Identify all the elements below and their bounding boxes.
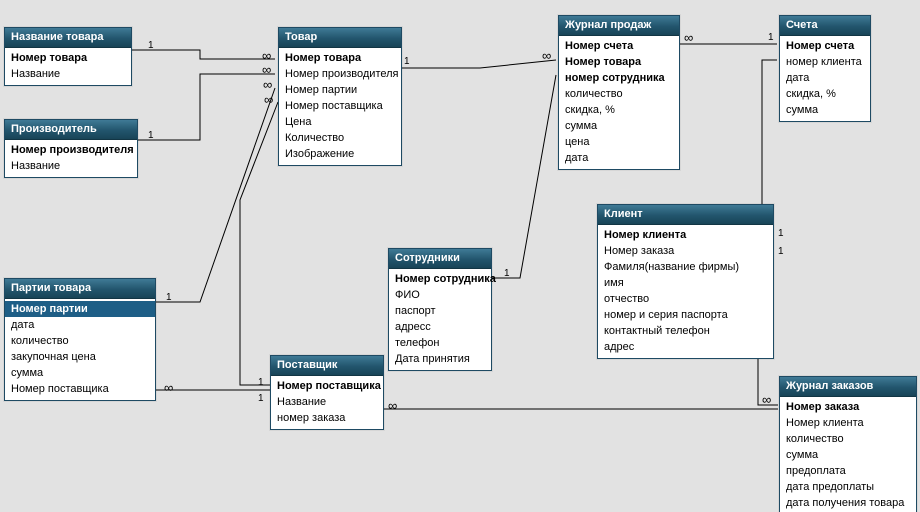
table-field[interactable]: Номер счета xyxy=(559,38,679,54)
table-tovar[interactable]: Товар Номер товара Номер производителя Н… xyxy=(278,27,402,166)
table-zhurnal-prodazh[interactable]: Журнал продаж Номер счета Номер товара н… xyxy=(558,15,680,170)
table-field[interactable]: номер сотрудника xyxy=(559,70,679,86)
table-field[interactable]: Количество xyxy=(279,130,401,146)
cardinality-label: 1 xyxy=(768,32,774,43)
table-field[interactable]: дата получения товара xyxy=(780,495,916,511)
table-field[interactable]: дата xyxy=(780,70,870,86)
table-field[interactable]: Номер партии xyxy=(5,301,155,317)
table-field[interactable]: количество xyxy=(559,86,679,102)
table-field[interactable]: сумма xyxy=(559,118,679,134)
table-field[interactable]: Название xyxy=(5,66,131,82)
cardinality-label: ∞ xyxy=(388,398,396,413)
cardinality-label: 1 xyxy=(404,56,410,67)
table-header: Партии товара xyxy=(5,279,155,299)
table-proizvoditel[interactable]: Производитель Номер производителя Назван… xyxy=(4,119,138,178)
table-scheta[interactable]: Счета Номер счета номер клиента дата ски… xyxy=(779,15,871,122)
table-field[interactable]: номер клиента xyxy=(780,54,870,70)
table-klient[interactable]: Клиент Номер клиента Номер заказа Фамиля… xyxy=(597,204,774,359)
table-field[interactable]: Номер счета xyxy=(780,38,870,54)
table-field[interactable]: скидка, % xyxy=(780,86,870,102)
cardinality-label: ∞ xyxy=(262,62,270,77)
table-header: Производитель xyxy=(5,120,137,140)
cardinality-label: 1 xyxy=(166,292,172,303)
table-field[interactable]: Номер товара xyxy=(559,54,679,70)
cardinality-label: 1 xyxy=(258,377,264,388)
table-header: Товар xyxy=(279,28,401,48)
table-field[interactable]: контактный телефон xyxy=(598,323,773,339)
table-header: Сотрудники xyxy=(389,249,491,269)
cardinality-label: 1 xyxy=(148,40,154,51)
cardinality-label: ∞ xyxy=(164,380,172,395)
table-field[interactable]: отчество xyxy=(598,291,773,307)
cardinality-label: ∞ xyxy=(262,48,270,63)
table-field[interactable]: дата xyxy=(559,150,679,166)
cardinality-label: 1 xyxy=(148,130,154,141)
table-header: Счета xyxy=(780,16,870,36)
table-field[interactable]: Номер партии xyxy=(279,82,401,98)
table-header: Журнал продаж xyxy=(559,16,679,36)
table-header: Клиент xyxy=(598,205,773,225)
table-field[interactable]: скидка, % xyxy=(559,102,679,118)
cardinality-label: 1 xyxy=(258,393,264,404)
table-field[interactable]: дата xyxy=(5,317,155,333)
table-field[interactable]: Номер поставщика xyxy=(5,381,155,397)
table-field[interactable]: номер и серия паспорта xyxy=(598,307,773,323)
table-field[interactable]: закупочная цена xyxy=(5,349,155,365)
cardinality-label: ∞ xyxy=(264,92,272,107)
table-field[interactable]: Название xyxy=(271,394,383,410)
cardinality-label: 1 xyxy=(778,246,784,257)
table-field[interactable]: цена xyxy=(559,134,679,150)
table-field[interactable]: Изображение xyxy=(279,146,401,162)
cardinality-label: ∞ xyxy=(263,77,271,92)
table-partii-tovara[interactable]: Партии товара Номер партии дата количест… xyxy=(4,278,156,401)
table-field[interactable]: Номер заказа xyxy=(780,399,916,415)
table-header: Журнал заказов xyxy=(780,377,916,397)
cardinality-label: ∞ xyxy=(542,48,550,63)
table-field[interactable]: Номер поставщика xyxy=(271,378,383,394)
table-field[interactable]: паспорт xyxy=(389,303,491,319)
table-field[interactable]: Фамиля(название фирмы) xyxy=(598,259,773,275)
cardinality-label: ∞ xyxy=(762,392,770,407)
table-field[interactable]: Номер заказа xyxy=(598,243,773,259)
table-field[interactable]: адрес xyxy=(598,339,773,355)
table-nazvanie-tovara[interactable]: Название товара Номер товара Название xyxy=(4,27,132,86)
table-field[interactable]: Цена xyxy=(279,114,401,130)
table-postavshchik[interactable]: Поставщик Номер поставщика Название номе… xyxy=(270,355,384,430)
table-field[interactable]: Номер клиента xyxy=(598,227,773,243)
table-field[interactable]: сумма xyxy=(780,102,870,118)
table-zhurnal-zakazov[interactable]: Журнал заказов Номер заказа Номер клиент… xyxy=(779,376,917,512)
table-field[interactable]: Номер производителя xyxy=(279,66,401,82)
table-field[interactable]: дата предоплаты xyxy=(780,479,916,495)
table-field[interactable]: Номер товара xyxy=(5,50,131,66)
table-field[interactable]: предоплата xyxy=(780,463,916,479)
table-field[interactable]: имя xyxy=(598,275,773,291)
table-sotrudniki[interactable]: Сотрудники Номер сотрудника ФИО паспорт … xyxy=(388,248,492,371)
table-field[interactable]: телефон xyxy=(389,335,491,351)
table-field[interactable]: количество xyxy=(5,333,155,349)
cardinality-label: 1 xyxy=(504,268,510,279)
table-field[interactable]: Название xyxy=(5,158,137,174)
table-field[interactable]: Номер товара xyxy=(279,50,401,66)
cardinality-label: 1 xyxy=(778,228,784,239)
table-field[interactable]: сумма xyxy=(780,447,916,463)
table-header: Название товара xyxy=(5,28,131,48)
table-field[interactable]: Номер сотрудника xyxy=(389,271,491,287)
table-field[interactable]: Номер поставщика xyxy=(279,98,401,114)
cardinality-label: ∞ xyxy=(684,30,692,45)
table-field[interactable]: Номер производителя xyxy=(5,142,137,158)
table-field[interactable]: Номер клиента xyxy=(780,415,916,431)
table-field[interactable]: ФИО xyxy=(389,287,491,303)
table-field[interactable]: адресс xyxy=(389,319,491,335)
table-field[interactable]: номер заказа xyxy=(271,410,383,426)
table-field[interactable]: сумма xyxy=(5,365,155,381)
table-field[interactable]: Дата принятия xyxy=(389,351,491,367)
table-field[interactable]: количество xyxy=(780,431,916,447)
table-header: Поставщик xyxy=(271,356,383,376)
